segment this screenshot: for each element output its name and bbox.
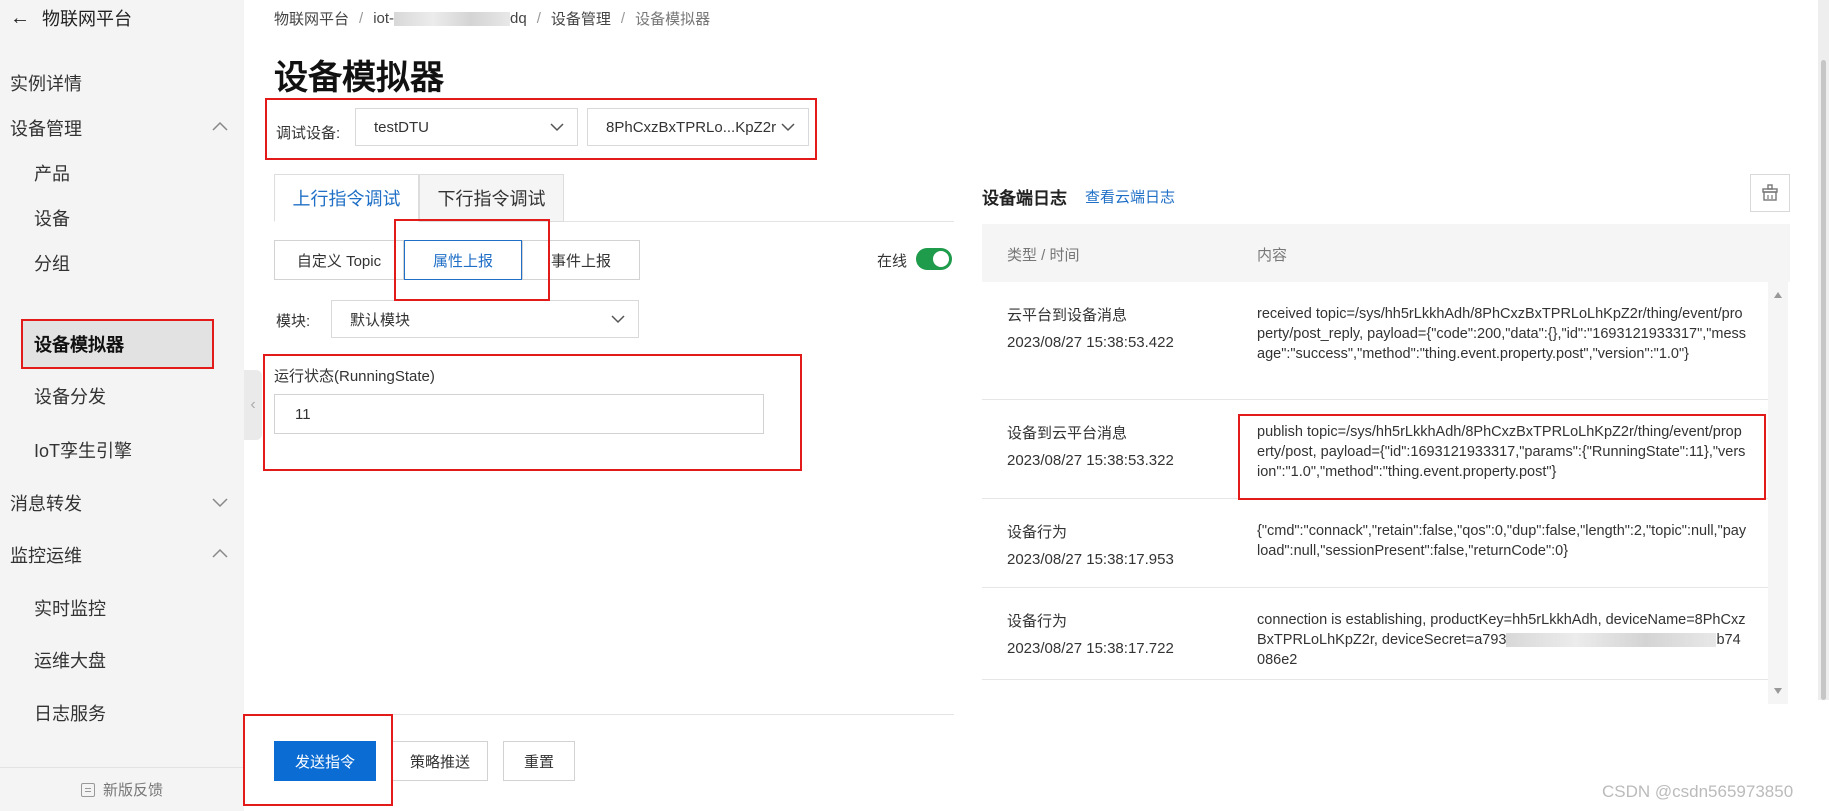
log-col-type-time: 类型 / 时间	[1007, 247, 1080, 264]
annotation-box-publish-log	[1238, 414, 1766, 500]
sidebar-item-label: 设备管理	[10, 119, 82, 139]
online-label: 在线	[877, 253, 908, 270]
online-toggle[interactable]	[916, 248, 952, 270]
log-col-content: 内容	[1257, 247, 1288, 264]
log-time: 2023/08/27 15:38:53.322	[1007, 452, 1174, 469]
sidebar-item-label: 实例详情	[10, 74, 82, 94]
sidebar-item-message-forwarding[interactable]: 消息转发	[0, 478, 244, 528]
sidebar-back-title: 物联网平台	[42, 9, 132, 29]
sidebar-item-label: 运维大盘	[34, 651, 106, 671]
annotation-box-sidebar-simulator	[21, 319, 214, 369]
clear-icon	[1762, 184, 1778, 201]
breadcrumb: 物联网平台 / iot-dq / 设备管理 / 设备模拟器	[274, 8, 710, 29]
module-label: 模块:	[276, 313, 311, 330]
annotation-box-property-tab	[394, 219, 550, 301]
breadcrumb-instance-suffix: dq	[510, 10, 527, 27]
redacted-block	[1506, 633, 1717, 648]
log-time: 2023/08/27 15:38:53.422	[1007, 334, 1174, 351]
sidebar-item-label: 监控运维	[10, 546, 82, 566]
chevron-down-icon	[212, 498, 228, 508]
sidebar-item-monitoring-ops[interactable]: 监控运维	[0, 530, 244, 580]
sidebar-item-ops-dashboard[interactable]: 运维大盘	[0, 635, 244, 685]
sidebar-item-label: 实时监控	[34, 599, 106, 619]
feedback-link[interactable]: 新版反馈	[0, 767, 244, 811]
breadcrumb-separator: /	[536, 10, 541, 27]
sidebar-item-realtime-monitor[interactable]: 实时监控	[0, 583, 244, 633]
sidebar-item-label: IoT孪生引擎	[34, 441, 133, 461]
scroll-up-icon[interactable]	[1774, 292, 1782, 298]
breadcrumb-separator: /	[359, 10, 364, 27]
chevron-down-icon	[611, 315, 625, 324]
sidebar-item-label: 消息转发	[10, 494, 82, 514]
sidebar-item-iot-twin-engine[interactable]: IoT孪生引擎	[0, 425, 244, 475]
breadcrumb-current: 设备模拟器	[635, 11, 711, 28]
scroll-down-icon[interactable]	[1774, 688, 1782, 694]
annotation-box-property-field	[263, 354, 802, 471]
subtab-custom-topic[interactable]: 自定义 Topic	[274, 240, 404, 280]
chevron-up-icon	[212, 548, 228, 558]
sidebar-item-log-service[interactable]: 日志服务	[0, 688, 244, 738]
log-type: 设备行为	[1007, 524, 1068, 541]
tab-downstream-debug[interactable]: 下行指令调试	[419, 174, 564, 222]
breadcrumb-separator: /	[620, 10, 626, 27]
sidebar-item-label: 日志服务	[34, 704, 106, 724]
sidebar-item-device-distribution[interactable]: 设备分发	[0, 371, 244, 421]
sidebar-item-product[interactable]: 产品	[0, 148, 244, 198]
breadcrumb-instance-prefix: iot-	[373, 10, 395, 27]
log-type: 设备到云平台消息	[1007, 425, 1128, 442]
log-type: 云平台到设备消息	[1007, 307, 1128, 324]
feedback-icon	[80, 782, 95, 797]
breadcrumb-item[interactable]: 物联网平台	[274, 8, 349, 29]
sidebar-item-label: 分组	[34, 254, 70, 274]
clear-log-button[interactable]	[1750, 174, 1790, 212]
log-row: 云平台到设备消息 2023/08/27 15:38:53.422 receive…	[982, 282, 1768, 400]
chevron-left-icon: ‹	[250, 396, 256, 413]
log-time: 2023/08/27 15:38:17.722	[1007, 640, 1174, 657]
breadcrumb-item[interactable]: 设备管理	[551, 8, 611, 29]
log-content: connection is establishing, productKey=h…	[1257, 610, 1747, 670]
redacted-block	[394, 12, 511, 27]
feedback-label: 新版反馈	[102, 782, 163, 799]
back-arrow-icon[interactable]: ←	[10, 7, 30, 30]
breadcrumb-item[interactable]: iot-dq	[373, 10, 527, 27]
sidebar-back-header[interactable]: ← 物联网平台	[0, 0, 244, 36]
sidebar-collapse-handle[interactable]: ‹	[244, 370, 262, 440]
device-log-title: 设备端日志	[982, 189, 1067, 208]
log-type: 设备行为	[1007, 613, 1068, 630]
sidebar-item-label: 产品	[34, 164, 70, 184]
strategy-push-button[interactable]: 策略推送	[392, 741, 488, 781]
sidebar-item-label: 设备分发	[34, 387, 106, 407]
sidebar-item-group[interactable]: 分组	[0, 238, 244, 288]
module-select-value: 默认模块	[350, 311, 411, 329]
chevron-up-icon	[212, 121, 228, 131]
log-row: 设备行为 2023/08/27 15:38:17.953 {"cmd":"con…	[982, 499, 1768, 588]
log-time: 2023/08/27 15:38:17.953	[1007, 551, 1174, 568]
sidebar-item-instance-detail[interactable]: 实例详情	[0, 58, 244, 108]
module-select[interactable]: 默认模块	[331, 300, 639, 338]
log-content: {"cmd":"connack","retain":false,"qos":0,…	[1257, 523, 1747, 559]
sidebar-item-device-management[interactable]: 设备管理	[0, 103, 244, 153]
log-scrollbar[interactable]	[1768, 282, 1788, 704]
sidebar: ← 物联网平台 实例详情 设备管理 产品 设备 分组 设备模拟器 设备分发 Io…	[0, 0, 244, 811]
annotation-box-device-select	[265, 98, 817, 160]
watermark: CSDN @csdn565973850	[1602, 782, 1794, 801]
log-table-header: 类型 / 时间 内容	[982, 224, 1790, 282]
sidebar-item-label: 设备	[34, 209, 70, 229]
reset-button[interactable]: 重置	[503, 741, 575, 781]
tab-upstream-debug[interactable]: 上行指令调试	[274, 174, 419, 222]
page-title: 设备模拟器	[274, 59, 444, 97]
log-row: 设备行为 2023/08/27 15:38:17.722 connection …	[982, 588, 1768, 680]
annotation-box-send-button	[243, 714, 393, 806]
log-content: received topic=/sys/hh5rLkkhAdh/8PhCxzBx…	[1257, 306, 1747, 362]
view-cloud-log-link[interactable]: 查看云端日志	[1085, 186, 1175, 207]
page-scrollbar[interactable]	[1818, 0, 1829, 700]
sidebar-item-device[interactable]: 设备	[0, 193, 244, 243]
